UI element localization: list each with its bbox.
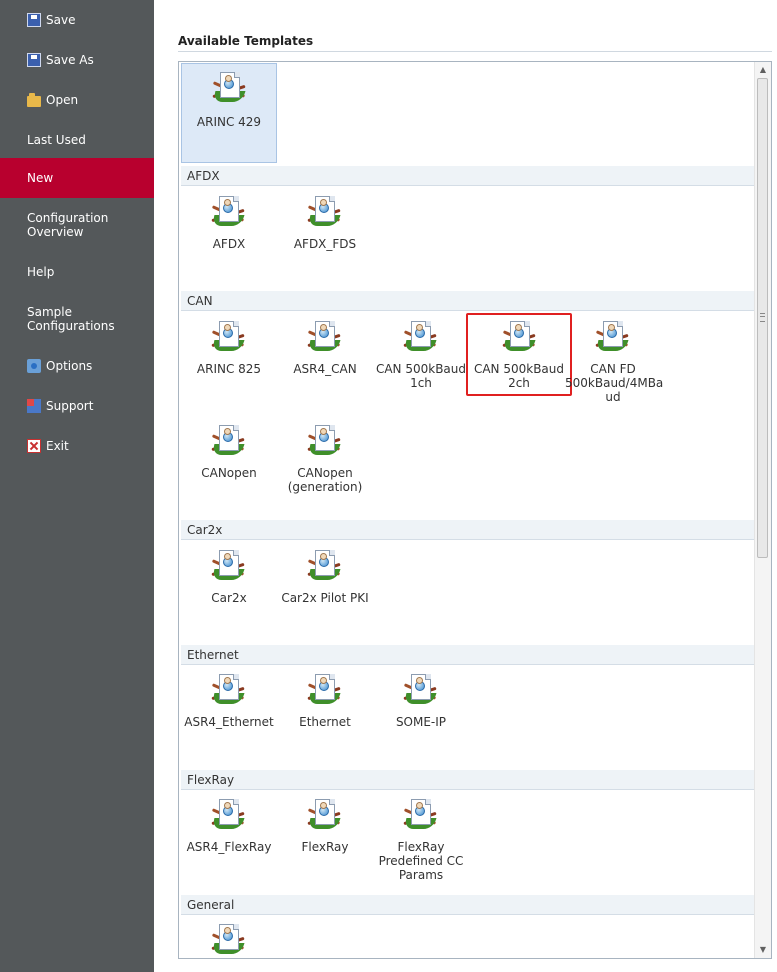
nav-label: Open xyxy=(46,93,79,107)
template-label: ARINC 825 xyxy=(196,362,262,376)
template-tile-asr4-flexray[interactable]: ASR4_FlexRay xyxy=(181,791,277,891)
template-label: ASR4_Ethernet xyxy=(184,715,274,729)
template-label: FlexRay Predefined CC Params xyxy=(378,840,464,882)
group-header-car2x: Car2x xyxy=(181,520,754,540)
support-icon xyxy=(27,399,41,413)
nav-save-as[interactable]: Save As xyxy=(0,40,154,80)
nav-label: Configuration Overview xyxy=(27,211,109,239)
nav-configuration-overview[interactable]: Configuration Overview xyxy=(0,205,154,245)
scroll-up-arrow-icon[interactable]: ▲ xyxy=(755,62,771,78)
nav-sample-configurations[interactable]: Sample Configurations xyxy=(0,299,154,339)
template-icon xyxy=(403,674,437,708)
template-tile-ethernet[interactable]: Ethernet xyxy=(277,666,373,766)
nav-label: Sample Configurations xyxy=(27,305,115,333)
template-label: SOME-IP xyxy=(395,715,447,729)
template-label: CAN FD 500kBaud/4MBa ud xyxy=(565,362,664,404)
template-label: Ethernet xyxy=(299,715,351,729)
template-icon xyxy=(211,425,245,459)
nav-help[interactable]: Help xyxy=(0,252,154,292)
nav-new[interactable]: New xyxy=(0,158,154,198)
template-tile-flexray[interactable]: FlexRay xyxy=(277,791,373,891)
template-label: AFDX_FDS xyxy=(293,237,357,251)
template-tile-some-ip[interactable]: SOME-IP xyxy=(373,666,469,766)
nav-label: Help xyxy=(27,265,55,279)
save-as-icon xyxy=(27,53,41,67)
template-tile-afdx[interactable]: AFDX xyxy=(181,188,277,288)
template-tile-asr4-ethernet[interactable]: ASR4_Ethernet xyxy=(181,666,277,766)
group-header-can: CAN xyxy=(181,291,754,311)
nav-exit[interactable]: Exit xyxy=(0,426,154,466)
nav-support[interactable]: Support xyxy=(0,386,154,426)
template-label: CANopen xyxy=(201,466,257,480)
group-header-ethernet: Ethernet xyxy=(181,645,754,665)
nav-label: Last Used xyxy=(27,133,86,147)
sidebar: Save Save As Open Last Used New Configur… xyxy=(0,0,154,972)
template-tile-canopen-generation[interactable]: CANopen (generation) xyxy=(277,417,373,517)
nav-label: Options xyxy=(46,359,93,373)
template-icon xyxy=(211,799,245,833)
grip-icon xyxy=(760,313,765,322)
nav-last-used[interactable]: Last Used xyxy=(0,120,154,160)
group-header-general: General xyxy=(181,895,754,915)
template-tile-can-fd[interactable]: CAN FD 500kBaud/4MBa ud xyxy=(565,313,664,413)
group-header-flexray: FlexRay xyxy=(181,770,754,790)
template-tile-car2x[interactable]: Car2x xyxy=(181,542,277,642)
template-icon xyxy=(307,196,341,230)
group-header-afdx: AFDX xyxy=(181,166,754,186)
template-label: CAN 500kBaud 2ch xyxy=(473,362,565,390)
vertical-scrollbar[interactable]: ▲ ▼ xyxy=(754,62,771,958)
template-icon xyxy=(307,425,341,459)
nav-label: Save As xyxy=(46,53,94,67)
nav-save[interactable]: Save xyxy=(0,0,154,40)
template-tile-arinc-825[interactable]: ARINC 825 xyxy=(181,313,277,413)
template-label: ASR4_CAN xyxy=(293,362,357,376)
template-icon xyxy=(211,196,245,230)
scroll-thumb[interactable] xyxy=(757,78,768,558)
nav-label: Save xyxy=(46,13,76,27)
template-icon xyxy=(403,321,437,355)
template-icon xyxy=(212,72,246,106)
template-label: Car2x xyxy=(211,591,247,605)
template-tile-general[interactable] xyxy=(181,916,277,958)
template-label: CANopen (generation) xyxy=(287,466,363,494)
template-list[interactable]: ARINC 429 AFDX AFDX AFDX_FDS CAN ARINC 8… xyxy=(178,61,772,959)
template-tile-asr4-can[interactable]: ASR4_CAN xyxy=(277,313,373,413)
title-divider xyxy=(178,51,772,52)
template-label: ASR4_FlexRay xyxy=(186,840,272,854)
template-tile-arinc-429[interactable]: ARINC 429 xyxy=(181,63,277,163)
template-icon xyxy=(211,321,245,355)
nav-label: Support xyxy=(46,399,94,413)
nav-open[interactable]: Open xyxy=(0,80,154,120)
template-label: CAN 500kBaud 1ch xyxy=(375,362,467,390)
template-icon xyxy=(211,924,245,958)
template-tile-can-500kbaud-1ch[interactable]: CAN 500kBaud 1ch xyxy=(373,313,469,413)
template-label: FlexRay xyxy=(301,840,349,854)
template-tile-flexray-predefined-cc-params[interactable]: FlexRay Predefined CC Params xyxy=(373,791,469,891)
nav-options[interactable]: Options xyxy=(0,346,154,386)
options-icon xyxy=(27,359,41,373)
open-folder-icon xyxy=(27,92,41,107)
template-tile-canopen[interactable]: CANopen xyxy=(181,417,277,517)
nav-label: New xyxy=(27,171,54,185)
template-icon xyxy=(211,550,245,584)
scroll-down-arrow-icon[interactable]: ▼ xyxy=(755,942,771,958)
template-icon xyxy=(403,799,437,833)
template-label: ARINC 429 xyxy=(196,115,262,129)
exit-icon xyxy=(27,439,41,453)
template-icon xyxy=(307,321,341,355)
nav-label: Exit xyxy=(46,439,69,453)
panel-title: Available Templates xyxy=(178,34,314,48)
template-icon xyxy=(307,550,341,584)
template-icon xyxy=(502,321,536,355)
template-label: Car2x Pilot PKI xyxy=(281,591,369,605)
template-icon xyxy=(595,321,629,355)
save-icon xyxy=(27,13,41,27)
template-tile-car2x-pilot-pki[interactable]: Car2x Pilot PKI xyxy=(277,542,373,642)
template-tile-afdx-fds[interactable]: AFDX_FDS xyxy=(277,188,373,288)
template-icon xyxy=(211,674,245,708)
template-tile-can-500kbaud-2ch[interactable]: CAN 500kBaud 2ch xyxy=(466,313,572,396)
template-label: AFDX xyxy=(212,237,246,251)
template-icon xyxy=(307,799,341,833)
template-icon xyxy=(307,674,341,708)
